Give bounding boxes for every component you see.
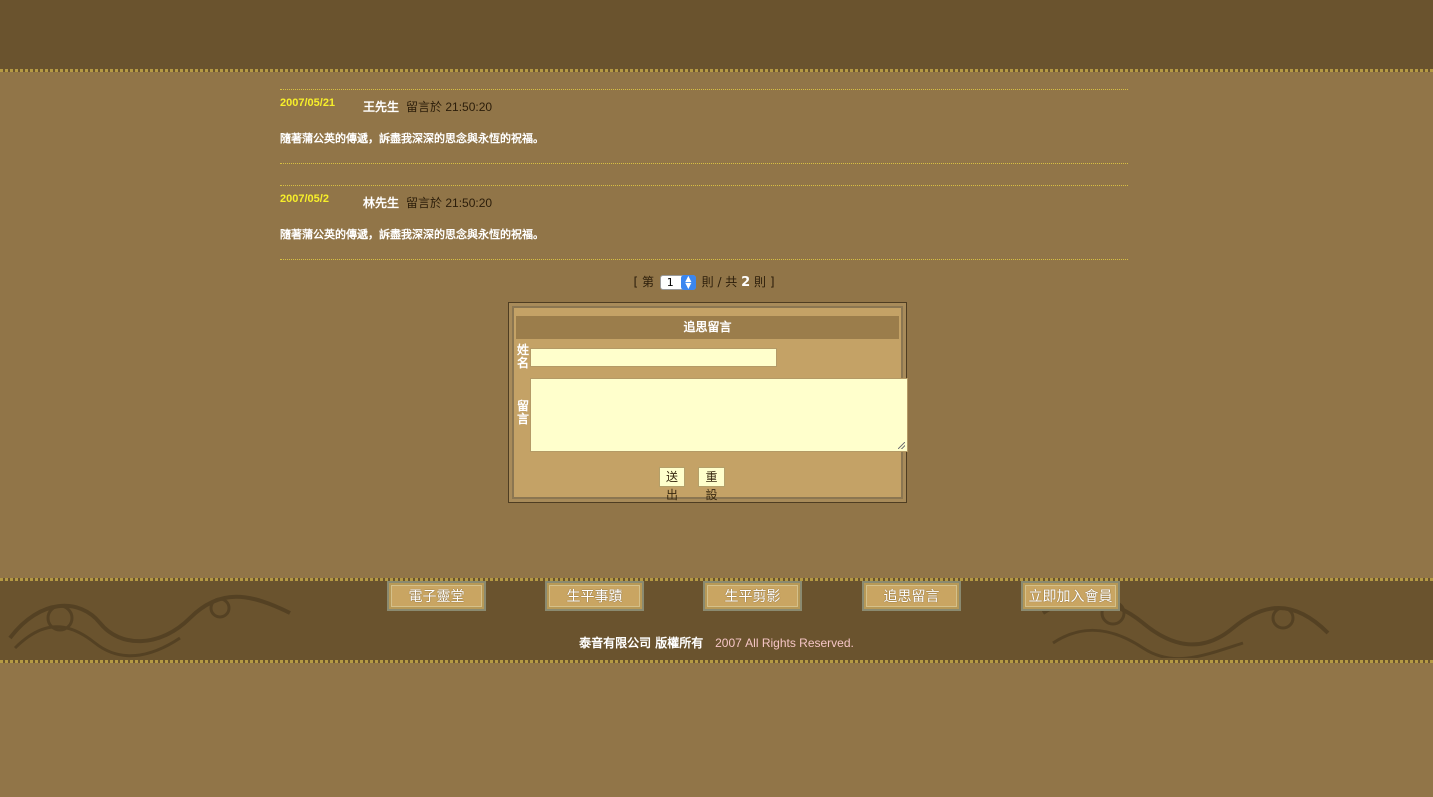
message-list: 2007/05/21 王先生 留言於 21:50:20 隨著蒲公英的傳遞，訴盡我… xyxy=(280,72,1128,290)
nav-life-photos[interactable]: 生平剪影 xyxy=(703,581,802,611)
rights-text: 2007 All Rights Reserved. xyxy=(715,636,854,650)
message-textarea[interactable] xyxy=(530,378,908,452)
reset-button[interactable]: 重設 xyxy=(698,467,725,502)
nav-label: 電子靈堂 xyxy=(391,585,482,607)
updown-icon: ▲ ▼ xyxy=(680,275,696,290)
copyright: 泰音有限公司 版權所有 2007 All Rights Reserved. xyxy=(0,634,1433,651)
nav-memorial-hall[interactable]: 電子靈堂 xyxy=(387,581,486,611)
message-author: 王先生 xyxy=(363,100,400,114)
nav-join-member[interactable]: 立即加入會員 xyxy=(1021,581,1120,611)
message-date: 2007/05/2 xyxy=(280,193,329,205)
message-entry: 2007/05/2 林先生 留言於 21:50:20 隨著蒲公英的傳遞，訴盡我深… xyxy=(280,168,1128,264)
message-time: 留言於 21:50:20 xyxy=(406,194,492,211)
divider xyxy=(280,185,1128,186)
name-label: 姓名 xyxy=(516,343,529,370)
page-select[interactable]: 1 ▲ ▼ xyxy=(659,275,696,290)
submit-button[interactable]: 送出 xyxy=(659,467,685,502)
message-entry: 2007/05/21 王先生 留言於 21:50:20 隨著蒲公英的傳遞，訴盡我… xyxy=(280,72,1128,168)
message-author: 林先生 xyxy=(363,196,400,210)
pager-middle: 則 / 共 xyxy=(701,275,738,289)
nav-life-story[interactable]: 生平事蹟 xyxy=(545,581,644,611)
nav-label: 生平事蹟 xyxy=(549,585,640,607)
message-time: 留言於 21:50:20 xyxy=(406,98,492,115)
posted-time: 21:50:20 xyxy=(445,196,493,210)
page-total: 2 xyxy=(741,275,751,290)
resize-handle-icon[interactable] xyxy=(898,442,905,449)
page-select-value: 1 xyxy=(666,276,674,289)
message-body: 隨著蒲公英的傳遞，訴盡我深深的思念與永恆的祝福。 xyxy=(280,228,544,241)
memorial-message-form: 追思留言 姓名 留言 送出 重設 xyxy=(508,302,908,503)
footer: 電子靈堂 生平事蹟 生平剪影 追思留言 立即加入會員 泰音有限公司 版權所有 2… xyxy=(0,578,1433,663)
divider xyxy=(280,163,1128,164)
name-input[interactable] xyxy=(530,348,777,367)
top-banner xyxy=(0,0,1433,72)
nav-label: 立即加入會員 xyxy=(1025,585,1116,607)
message-label: 留言 xyxy=(516,399,529,426)
pager-suffix: 則 ] xyxy=(754,275,775,289)
message-date: 2007/05/21 xyxy=(280,97,336,109)
divider xyxy=(280,89,1128,90)
posted-label: 留言於 xyxy=(406,100,443,114)
divider xyxy=(280,259,1128,260)
nav-label: 追思留言 xyxy=(866,585,957,607)
company-name: 泰音有限公司 版權所有 xyxy=(579,636,704,650)
nav-memorial-messages[interactable]: 追思留言 xyxy=(862,581,961,611)
pager-prefix: [ 第 xyxy=(633,275,654,289)
message-row: 留言 xyxy=(516,376,908,453)
posted-label: 留言於 xyxy=(406,196,443,210)
pagination: [ 第 1 ▲ ▼ 則 / 共 2 則 ] xyxy=(280,273,1128,290)
message-body: 隨著蒲公英的傳遞，訴盡我深深的思念與永恆的祝福。 xyxy=(280,132,544,145)
form-title: 追思留言 xyxy=(516,316,899,339)
name-row: 姓名 xyxy=(516,341,899,374)
posted-time: 21:50:20 xyxy=(445,100,493,114)
form-panel: 追思留言 姓名 留言 送出 重設 xyxy=(512,306,908,502)
nav-label: 生平剪影 xyxy=(707,585,798,607)
